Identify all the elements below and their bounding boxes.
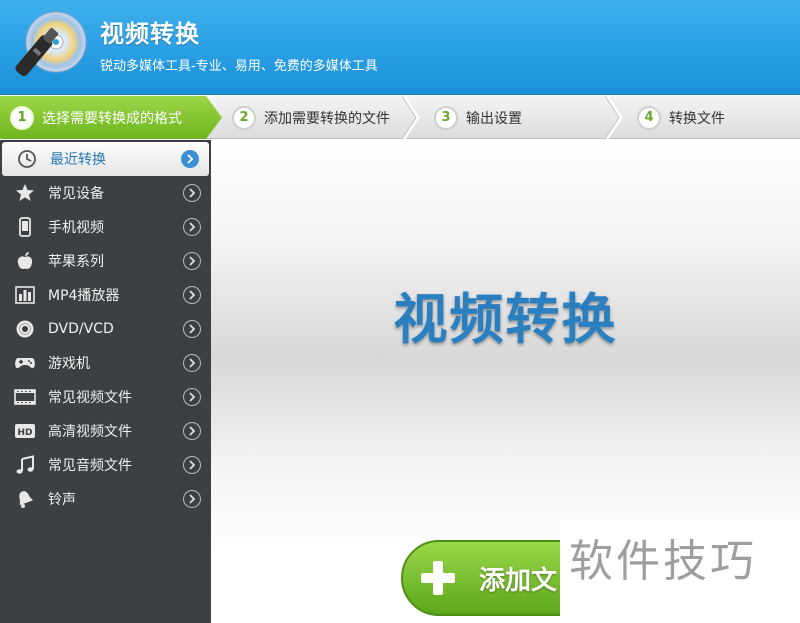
plus-icon [421, 561, 455, 595]
sidebar-item-label: 高清视频文件 [48, 424, 132, 440]
disc-icon [14, 318, 36, 340]
sidebar-item-label: 最近转换 [50, 152, 106, 168]
bell-icon [14, 488, 36, 510]
sidebar-item-label: 苹果系列 [48, 254, 104, 270]
step-number: 2 [232, 105, 256, 130]
sidebar-item-label: MP4播放器 [48, 288, 120, 304]
chevron-right-icon [183, 252, 201, 270]
step-number: 4 [637, 105, 661, 130]
sidebar-item-label: DVD/VCD [48, 321, 114, 337]
chevron-right-icon [181, 150, 199, 168]
equalizer-icon [14, 284, 36, 306]
hd-icon: HD [14, 420, 36, 442]
step-add-files[interactable]: 2 添加需要转换的文件 [222, 96, 422, 139]
cd-disc-brush-icon [15, 11, 87, 77]
main-banner-title: 视频转换 [393, 288, 618, 351]
step-label: 选择需要转换成的格式 [42, 110, 182, 127]
format-category-sidebar: 最近转换 常见设备 手机视频 苹果系列 MP4播放器 DVD/VCD 游戏机 常… [0, 140, 211, 623]
sidebar-item-label: 手机视频 [48, 220, 104, 236]
chevron-right-icon [183, 354, 201, 372]
sidebar-item-game-console[interactable]: 游戏机 [0, 346, 211, 380]
step-output-settings[interactable]: 3 输出设置 [424, 96, 604, 139]
sidebar-item-mp4-player[interactable]: MP4播放器 [0, 278, 211, 312]
watermark-text: 软件技巧 [569, 536, 757, 587]
sidebar-item-hd-video-files[interactable]: HD 高清视频文件 [0, 414, 211, 448]
chevron-right-icon [183, 422, 201, 440]
sidebar-item-common-audio-files[interactable]: 常见音频文件 [0, 448, 211, 482]
star-icon [14, 182, 36, 204]
step-number: 1 [10, 106, 34, 130]
clock-icon [16, 148, 38, 170]
sidebar-item-ringtones[interactable]: 铃声 [0, 482, 211, 516]
sidebar-item-label: 游戏机 [48, 356, 90, 372]
svg-text:HD: HD [17, 428, 32, 438]
sidebar-item-label: 常见视频文件 [48, 390, 132, 406]
step-separator [605, 96, 623, 139]
sidebar-item-common-devices[interactable]: 常见设备 [0, 176, 211, 210]
sidebar-item-label: 常见设备 [48, 186, 104, 202]
sidebar-item-mobile-video[interactable]: 手机视频 [0, 210, 211, 244]
sidebar-item-label: 常见音频文件 [48, 458, 132, 474]
step-separator [402, 96, 420, 139]
step-label: 添加需要转换的文件 [264, 110, 390, 127]
phone-icon [14, 216, 36, 238]
sidebar-item-label: 铃声 [48, 492, 76, 508]
step-bar: 1 选择需要转换成的格式 2 添加需要转换的文件 3 输出设置 4 转换文件 [0, 96, 800, 139]
sidebar-item-dvd-vcd[interactable]: DVD/VCD [0, 312, 211, 346]
sidebar-item-apple-series[interactable]: 苹果系列 [0, 244, 211, 278]
chevron-right-icon [183, 456, 201, 474]
gamepad-icon [14, 352, 36, 374]
chevron-right-icon [183, 184, 201, 202]
sidebar-item-recent[interactable]: 最近转换 [2, 142, 209, 176]
sidebar-item-common-video-files[interactable]: 常见视频文件 [0, 380, 211, 414]
step-convert-files[interactable]: 4 转换文件 [627, 96, 800, 139]
add-file-button-label: 添加文 [479, 565, 558, 596]
step-label: 输出设置 [466, 110, 522, 127]
chevron-right-icon [183, 388, 201, 406]
chevron-right-icon [183, 286, 201, 304]
step-number: 3 [434, 105, 458, 130]
step-select-format[interactable]: 1 选择需要转换成的格式 [0, 96, 222, 139]
main-content-area: 视频转换 添加文 软件技巧 [211, 140, 800, 623]
chevron-right-icon [183, 320, 201, 338]
chevron-right-icon [183, 218, 201, 236]
step-label: 转换文件 [669, 110, 725, 127]
app-subtitle: 锐动多媒体工具-专业、易用、免费的多媒体工具 [100, 59, 378, 74]
film-icon [14, 386, 36, 408]
music-note-icon [14, 454, 36, 476]
chevron-right-icon [183, 490, 201, 508]
app-title: 视频转换 [100, 20, 200, 48]
app-header: 视频转换 锐动多媒体工具-专业、易用、免费的多媒体工具 [0, 0, 800, 95]
apple-icon [14, 250, 36, 272]
